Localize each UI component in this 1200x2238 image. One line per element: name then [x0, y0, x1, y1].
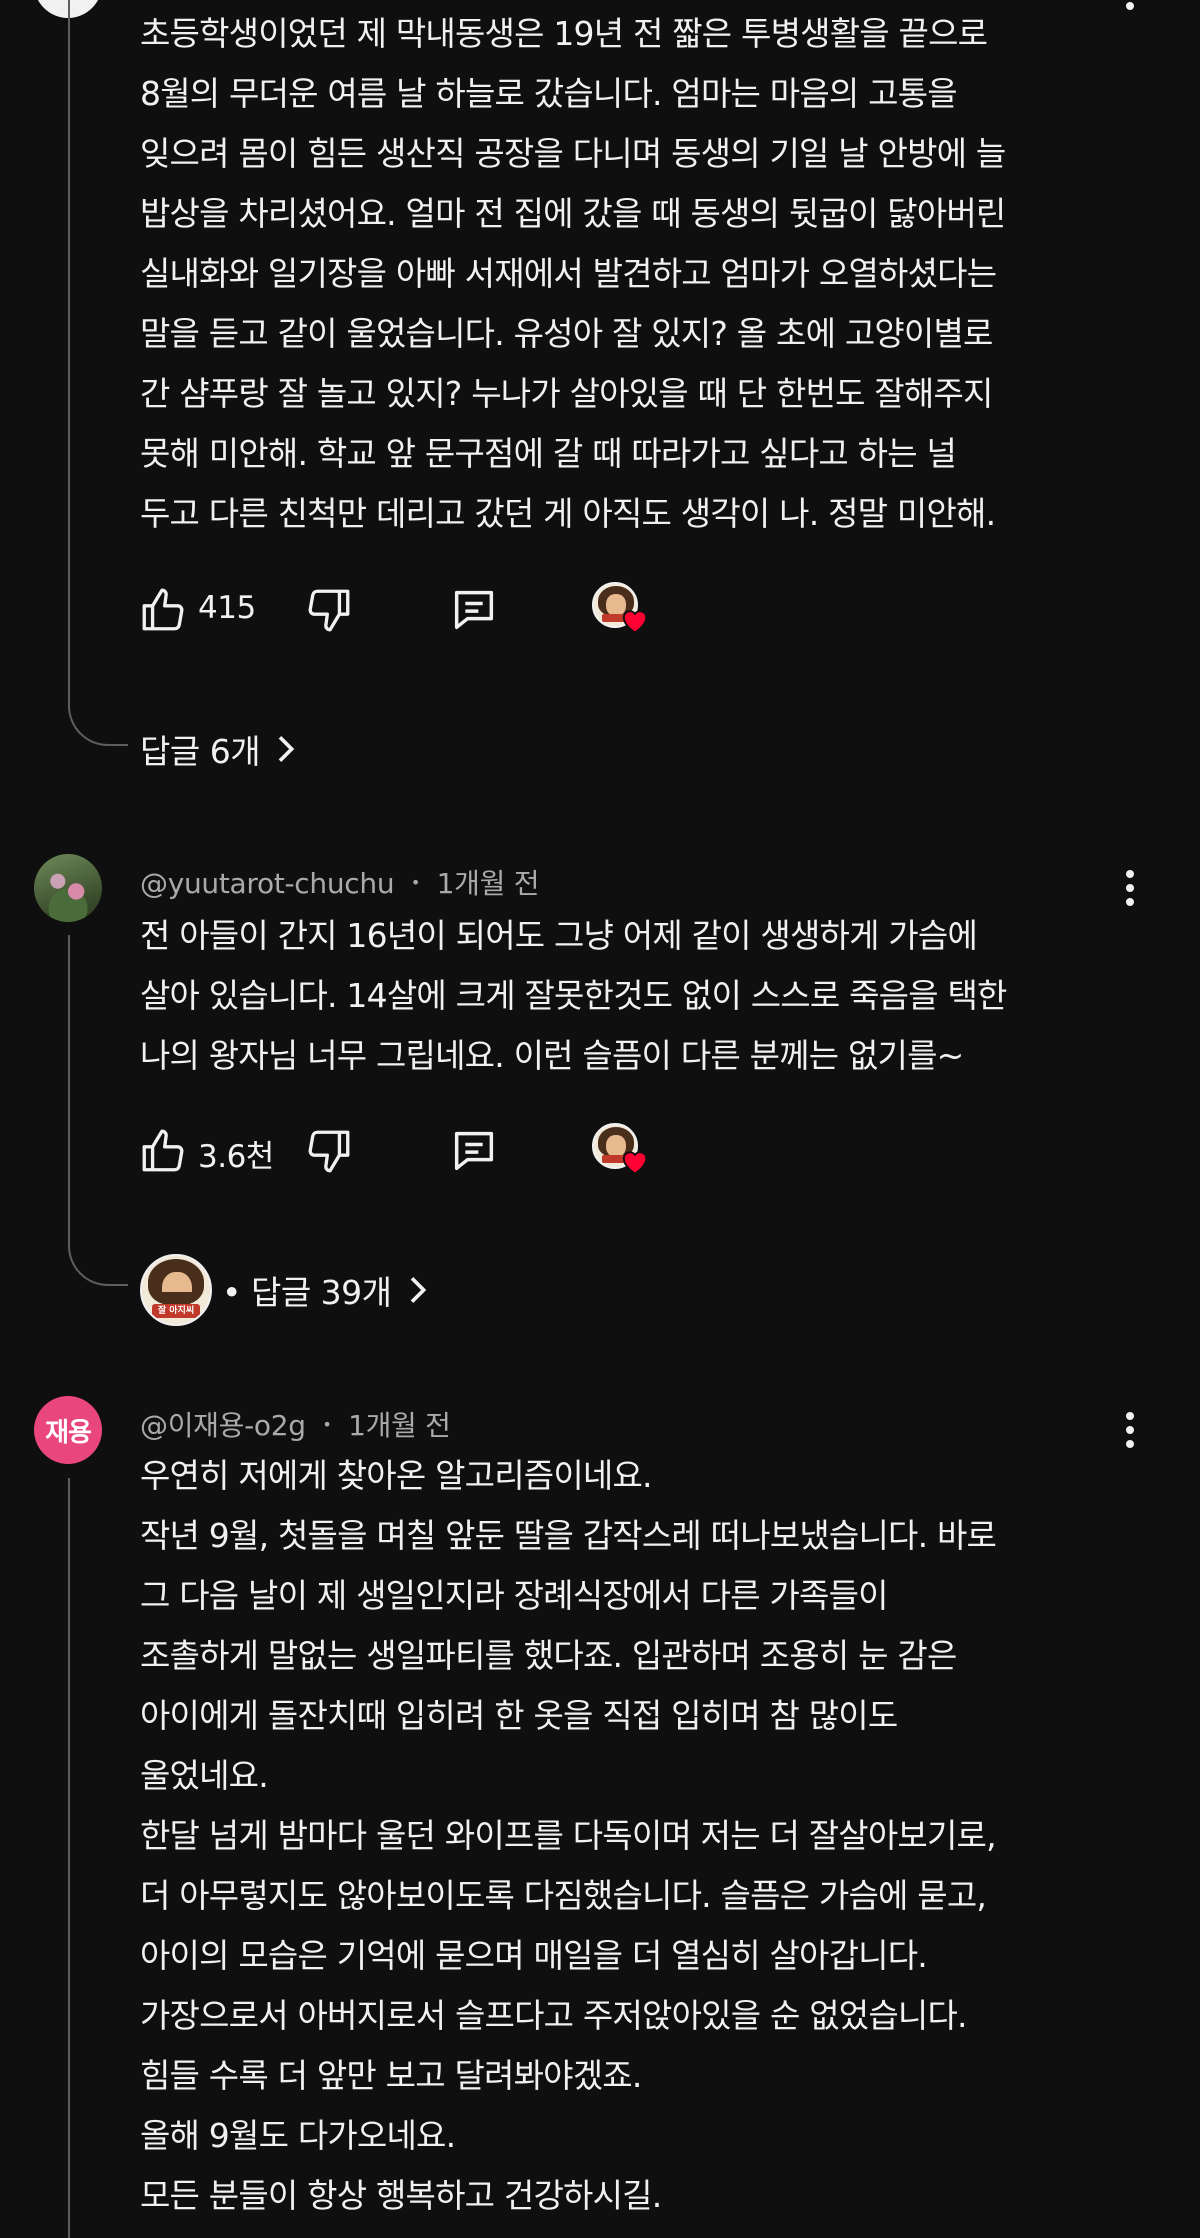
- chevron-right-icon: [278, 736, 295, 762]
- thumb-up-icon: [142, 588, 184, 631]
- comment-3-avatar[interactable]: 재용: [34, 1396, 102, 1464]
- reply-button[interactable]: [448, 1121, 500, 1181]
- comment-1-actions: 415: [138, 580, 698, 640]
- comment-line: 말을 듣고 같이 울었습니다. 유성아 잘 있지? 올 초에 고양이별로: [140, 314, 993, 353]
- comment-line: 못해 미안해. 학교 앞 문구점에 갈 때 따라가고 싶다고 하는 널: [140, 434, 957, 473]
- comment-author[interactable]: @이재용-o2g: [140, 1409, 306, 1442]
- replies-label: 답글 6개: [140, 732, 261, 771]
- comment-3-meta: @이재용-o2g • 1개월 전: [140, 1404, 451, 1444]
- thread-curve-2: [68, 1240, 128, 1286]
- thread-curve-1: [68, 700, 128, 746]
- like-button[interactable]: [138, 580, 188, 640]
- comment-line: 8월의 무더운 여름 날 하늘로 갔습니다. 엄마는 마음의 고통을: [140, 74, 958, 113]
- comment-line: 간 샴푸랑 잘 놀고 있지? 누나가 살아있을 때 단 한번도 잘해주지: [140, 374, 993, 413]
- like-count: 415: [198, 590, 256, 626]
- comment-2-replies-button[interactable]: • 답글 39개: [222, 1265, 428, 1315]
- creator-heart-icon: [622, 1151, 648, 1175]
- comment-line: 초등학생이었던 제 막내동생은 19년 전 짧은 투병생활을 끝으로: [140, 14, 988, 53]
- meta-separator: •: [322, 1415, 332, 1434]
- comment-2-meta: @yuutarot-chuchu • 1개월 전: [140, 862, 539, 902]
- comment-line: 살아 있습니다. 14살에 크게 잘못한것도 없이 스스로 죽음을 택한: [140, 976, 1007, 1015]
- creator-heart-badge: [592, 576, 656, 640]
- dislike-button[interactable]: [304, 1121, 354, 1181]
- comment-time[interactable]: 1개월 전: [437, 867, 540, 900]
- comment-1-text: 초등학생이었던 제 막내동생은 19년 전 짧은 투병생활을 끝으로 8월의 무…: [140, 4, 1120, 544]
- meta-separator: •: [410, 873, 421, 892]
- creator-reply-avatar[interactable]: 잘 아지씨: [140, 1254, 212, 1326]
- comment-line: 전 아들이 간지 16년이 되어도 그냥 어제 같이 생생하게 가슴에: [140, 916, 978, 955]
- comment-2-avatar[interactable]: [34, 854, 102, 922]
- comment-icon: [454, 590, 494, 630]
- comment-line: 울었네요.: [140, 1756, 269, 1795]
- comment-line: 우연히 저에게 찾아온 알고리즘이네요.: [140, 1456, 653, 1495]
- comment-line: 올해 9월도 다가오네요.: [140, 2116, 456, 2155]
- comment-line: 밥상을 차리셨어요. 얼마 전 집에 갔을 때 동생의 뒷굽이 닳아버린: [140, 194, 1006, 233]
- thumb-up-icon: [142, 1129, 184, 1172]
- comment-1-replies-button[interactable]: 답글 6개: [140, 724, 296, 774]
- comment-line: 잊으려 몸이 힘든 생산직 공장을 다니며 동생의 기일 날 안방에 늘: [140, 134, 1006, 173]
- thread-line-2: [68, 935, 70, 1240]
- comment-line: 아이에게 돌잔치때 입히려 한 옷을 직접 입히며 참 많이도: [140, 1696, 898, 1735]
- comment-line: 모든 분들이 항상 행복하고 건강하시길.: [140, 2176, 662, 2215]
- comment-line: 나의 왕자님 너무 그립네요. 이런 슬픔이 다른 분께는 없기를~: [140, 1036, 964, 1075]
- avatar-letters: 재용: [45, 1417, 92, 1448]
- comment-line: 가장으로서 아버지로서 슬프다고 주저앉아있을 순 없었습니다.: [140, 1996, 968, 2035]
- comment-2-actions: 3.6천: [138, 1121, 698, 1181]
- comments-page: 초등학생이었던 제 막내동생은 19년 전 짧은 투병생활을 끝으로 8월의 무…: [0, 0, 1200, 2238]
- dislike-button[interactable]: [304, 580, 354, 640]
- comment-2-more-button[interactable]: [1110, 866, 1150, 910]
- comment-line: 힘들 수록 더 앞만 보고 달려봐야겠죠.: [140, 2056, 642, 2095]
- reply-button[interactable]: [448, 580, 500, 640]
- like-count: 3.6천: [198, 1139, 274, 1175]
- comment-line: 아이의 모습은 기억에 묻으며 매일을 더 열심히 살아갑니다.: [140, 1936, 928, 1975]
- comment-line: 조촐하게 말없는 생일파티를 했다죠. 입관하며 조용히 눈 감은: [140, 1636, 957, 1675]
- thumb-down-icon: [308, 589, 350, 632]
- thread-line-1: [68, 0, 70, 700]
- comment-3-text: 우연히 저에게 찾아온 알고리즘이네요. 작년 9월, 첫돌을 며칠 앞둔 딸을…: [140, 1446, 1120, 2226]
- comment-line: 두고 다른 친척만 데리고 갔던 게 아직도 생각이 나. 정말 미안해.: [140, 494, 996, 533]
- comment-line: 그 다음 날이 제 생일인지라 장례식장에서 다른 가족들이: [140, 1576, 889, 1615]
- like-button[interactable]: [138, 1121, 188, 1181]
- thumb-down-icon: [308, 1130, 350, 1173]
- comment-2-text: 전 아들이 간지 16년이 되어도 그냥 어제 같이 생생하게 가슴에 살아 있…: [140, 906, 1120, 1086]
- comment-icon: [454, 1131, 494, 1171]
- creator-heart-icon: [622, 610, 648, 634]
- comment-line: 작년 9월, 첫돌을 며칠 앞둔 딸을 갑작스레 떠나보냈습니다. 바로: [140, 1516, 997, 1555]
- chevron-right-icon: [410, 1277, 426, 1303]
- comment-line: 실내화와 일기장을 아빠 서재에서 발견하고 엄마가 오열하셨다는: [140, 254, 997, 293]
- comment-line: 더 아무렇지도 않아보이도록 다짐했습니다. 슬픔은 가슴에 묻고,: [140, 1876, 987, 1915]
- avatar-tag: 잘 아지씨: [152, 1304, 200, 1318]
- comment-line: 한달 넘게 밤마다 울던 와이프를 다독이며 저는 더 잘살아보기로,: [140, 1816, 997, 1855]
- creator-heart-badge: [592, 1117, 656, 1181]
- comment-author[interactable]: @yuutarot-chuchu: [140, 867, 395, 900]
- replies-label: • 답글 39개: [222, 1273, 392, 1312]
- thread-line-3: [68, 1478, 70, 2238]
- comment-time[interactable]: 1개월 전: [348, 1409, 451, 1442]
